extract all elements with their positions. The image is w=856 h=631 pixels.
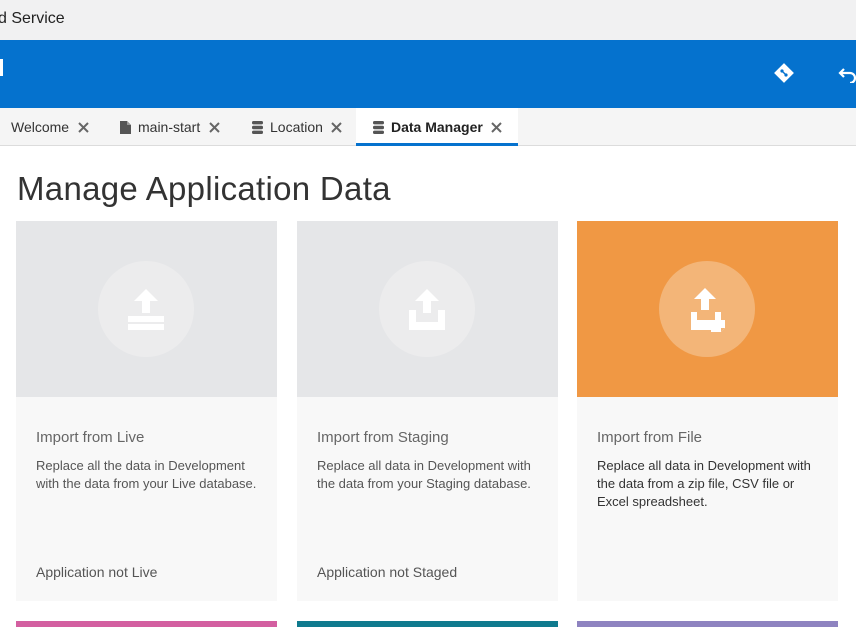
close-icon[interactable]	[491, 121, 503, 133]
tab-main-start[interactable]: main-start	[118, 108, 220, 146]
next-card-top-purple[interactable]	[577, 621, 838, 627]
close-icon[interactable]	[331, 121, 343, 133]
tab-label: Data Manager	[391, 119, 483, 135]
card-title: Import from File	[597, 429, 703, 446]
header-logo-edge	[0, 59, 3, 76]
page-title: Manage Application Data	[17, 170, 391, 207]
card-description: Replace all the data in Development with…	[36, 458, 257, 491]
close-icon[interactable]	[208, 121, 220, 133]
file-icon	[118, 120, 132, 134]
card-status: Application not Live	[36, 564, 158, 580]
import-from-file-card[interactable]: Import from File Replace all data in Dev…	[577, 221, 838, 601]
upload-box-icon	[379, 261, 475, 357]
card-hero	[16, 221, 277, 397]
card-title: Import from Staging	[317, 429, 449, 446]
tab-location[interactable]: Location	[250, 108, 343, 146]
editor-tabbar: Welcome main-start Location Data Manager	[0, 108, 856, 146]
app-header	[0, 40, 856, 108]
tab-label: Location	[270, 119, 323, 135]
window-titlebar: d Service	[0, 0, 856, 40]
card-description: Replace all data in Development with the…	[317, 458, 531, 491]
card-status: Application not Staged	[317, 564, 458, 580]
card-title: Import from Live	[36, 429, 145, 446]
card-hero	[577, 221, 838, 397]
database-icon	[371, 120, 385, 134]
git-icon[interactable]	[772, 61, 796, 85]
tab-welcome[interactable]: Welcome	[11, 108, 89, 146]
import-from-staging-card[interactable]: Import from Staging Replace all data in …	[297, 221, 558, 601]
tab-data-manager[interactable]: Data Manager	[356, 108, 518, 146]
tab-label: Welcome	[11, 119, 70, 135]
close-icon[interactable]	[77, 121, 89, 133]
upload-tray-icon	[98, 261, 194, 357]
tab-label: main-start	[138, 119, 201, 135]
next-card-top-teal[interactable]	[297, 621, 558, 627]
card-description: Replace all data in Development with the…	[597, 458, 811, 509]
undo-icon[interactable]	[836, 61, 856, 85]
window-title: d Service	[0, 10, 65, 27]
database-icon	[250, 120, 264, 134]
upload-file-icon	[659, 261, 755, 357]
card-hero	[297, 221, 558, 397]
next-card-top-pink[interactable]	[16, 621, 277, 627]
import-from-live-card[interactable]: Import from Live Replace all the data in…	[16, 221, 277, 601]
